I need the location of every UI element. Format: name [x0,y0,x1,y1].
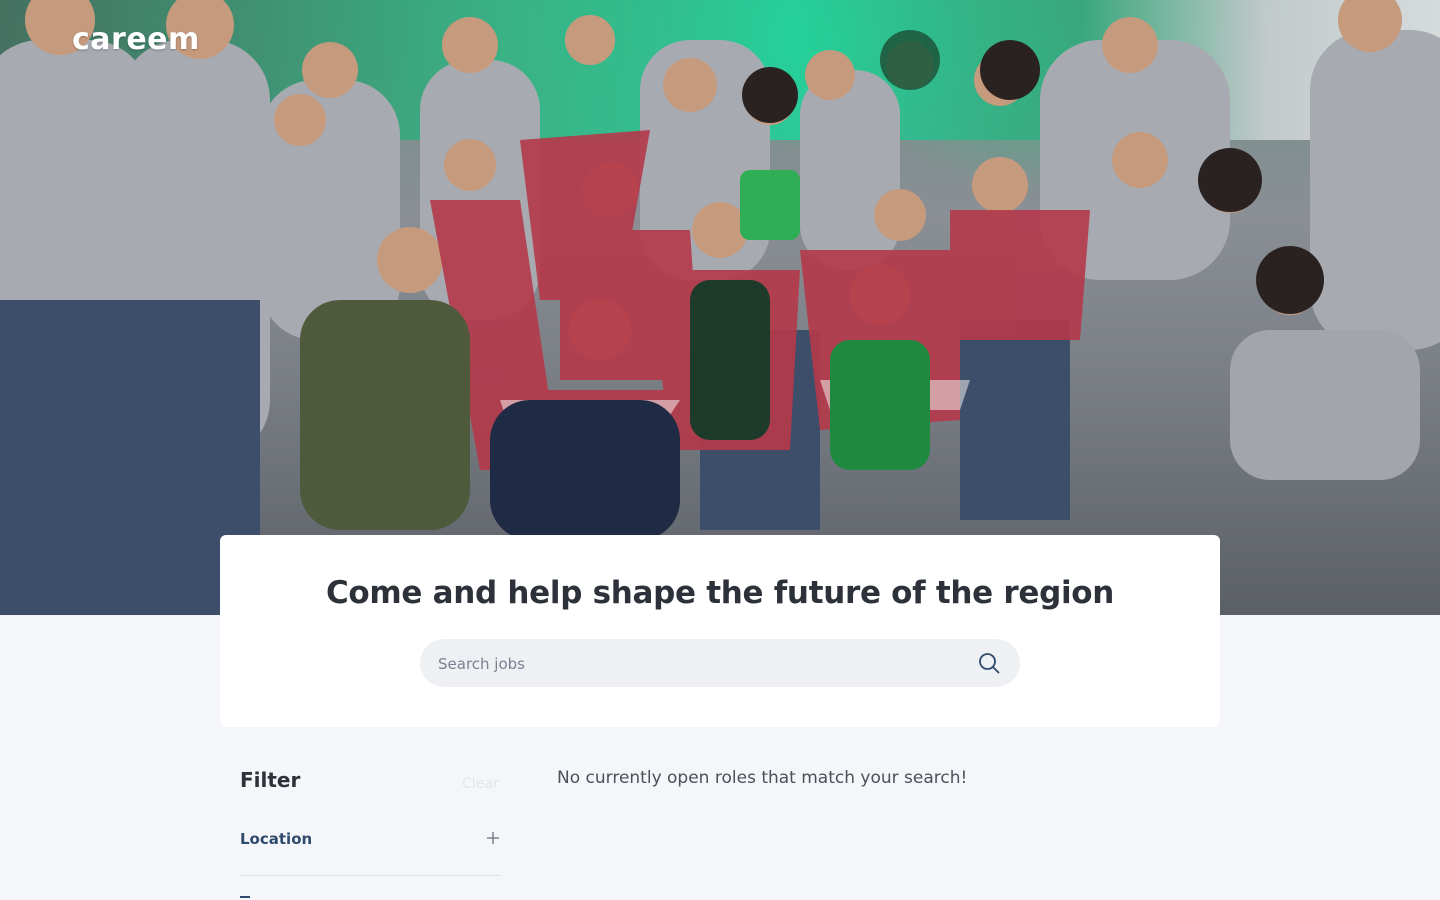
search-icon[interactable] [978,652,1000,674]
careem-logo[interactable]: careem [72,22,200,57]
filter-location-toggle[interactable]: Location [240,820,501,876]
filter-location-label: Location [240,830,313,848]
clear-filters-button[interactable]: Clear [462,776,499,792]
team-crowd-illustration [0,0,1440,615]
page-title: Come and help shape the future of the re… [325,575,1115,611]
plus-icon[interactable] [487,832,499,844]
filter-heading: Filter [240,768,301,792]
search-input[interactable] [436,639,960,689]
next-filter-section-marker [240,896,250,898]
hero-team-photo: careem [0,0,1440,615]
job-search-bar[interactable] [420,639,1020,689]
hero-card: Come and help shape the future of the re… [220,535,1220,727]
empty-results-message: No currently open roles that match your … [557,768,968,788]
